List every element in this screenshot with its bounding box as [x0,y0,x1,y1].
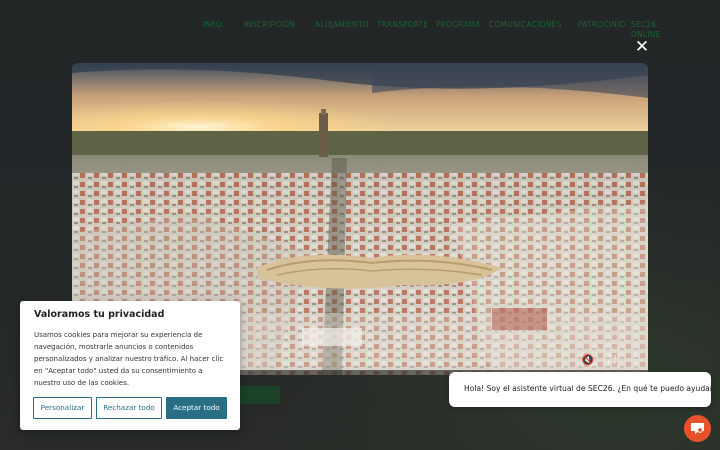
customize-button[interactable]: Personalizar [33,397,92,419]
chat-greeting-text: Hola! Soy el asistente virtual de SEC26.… [464,384,717,393]
cookie-text: Usamos cookies para mejorar su experienc… [34,331,224,387]
cookie-title: Valoramos tu privacidad [34,309,165,320]
close-icon[interactable]: ✕ [633,38,651,56]
reject-all-button[interactable]: Rechazar todo [96,397,162,419]
mute-icon[interactable]: 🔇 [581,354,595,368]
cookie-consent-dialog: Valoramos tu privacidad Usamos cookies p… [20,301,240,430]
chat-greeting-bubble[interactable]: Hola! Soy el asistente virtual de SEC26.… [449,372,717,407]
chat-launcher-button[interactable] [684,415,711,442]
fullscreen-icon[interactable]: ⛶ [605,354,619,368]
accept-all-button[interactable]: Aceptar todo [166,397,227,419]
chat-bubble-icon [691,423,704,434]
more-options-icon[interactable]: ⋮ [628,354,642,368]
